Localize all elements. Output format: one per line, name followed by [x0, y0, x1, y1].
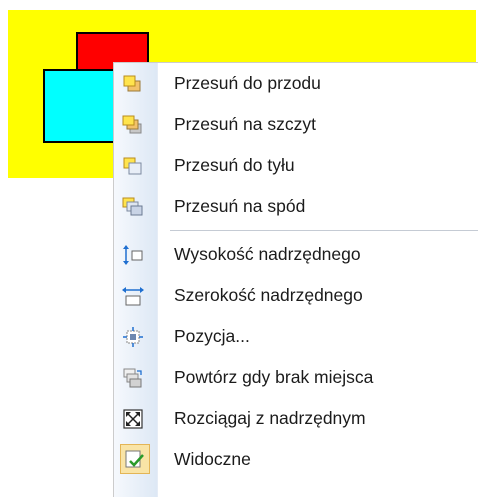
menu-item-repeat-overflow[interactable]: Powtórz gdy brak miejsca [114, 357, 478, 398]
stretch-with-parent-icon [122, 409, 144, 429]
menu-item-label: Wysokość nadrzędnego [174, 244, 361, 264]
context-menu: Przesuń do przodu Przesuń na szczyt Prze… [113, 62, 478, 497]
fit-parent-width-icon [122, 286, 144, 306]
send-backward-icon [122, 156, 144, 176]
menu-item-label: Przesuń na szczyt [174, 114, 316, 134]
menu-item-stretch-with-parent[interactable]: Rozciągaj z nadrzędnym [114, 398, 478, 439]
menu-item-label: Szerokość nadrzędnego [174, 285, 363, 305]
menu-item-send-backward[interactable]: Przesuń do tyłu [114, 145, 478, 186]
menu-item-label: Powtórz gdy brak miejsca [174, 367, 374, 387]
menu-item-label: Rozciągaj z nadrzędnym [174, 408, 366, 428]
visible-check-icon [124, 449, 146, 469]
menu-item-position[interactable]: Pozycja... [114, 316, 478, 357]
menu-item-label: Widoczne [174, 449, 251, 469]
menu-item-label: Przesuń do tyłu [174, 155, 295, 175]
menu-item-visible[interactable]: Widoczne [114, 439, 478, 480]
send-to-back-icon [122, 197, 144, 217]
menu-item-fit-parent-width[interactable]: Szerokość nadrzędnego [114, 275, 478, 316]
cyan-rectangle-shape[interactable] [43, 69, 117, 143]
repeat-overflow-icon [122, 368, 144, 388]
bring-to-front-icon [122, 115, 144, 135]
menu-item-fit-parent-height[interactable]: Wysokość nadrzędnego [114, 234, 478, 275]
menu-item-label: Pozycja... [174, 326, 250, 346]
bring-forward-icon [122, 74, 144, 94]
menu-item-label: Przesuń do przodu [174, 73, 321, 93]
fit-parent-height-icon [122, 245, 144, 265]
menu-item-bring-forward[interactable]: Przesuń do przodu [114, 63, 478, 104]
position-icon [122, 327, 144, 347]
menu-item-label: Przesuń na spód [174, 196, 306, 216]
menu-item-bring-to-front[interactable]: Przesuń na szczyt [114, 104, 478, 145]
menu-item-send-to-back[interactable]: Przesuń na spód [114, 186, 478, 227]
menu-separator [114, 227, 478, 234]
